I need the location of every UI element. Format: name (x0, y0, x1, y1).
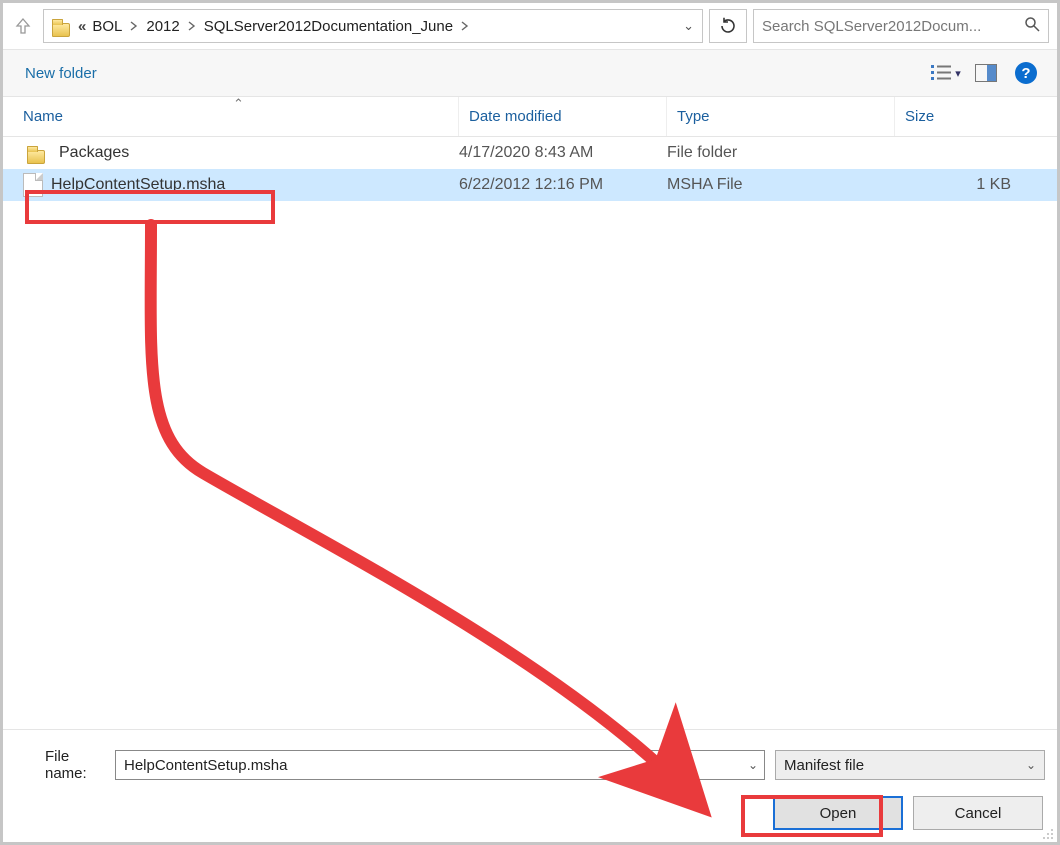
file-icon (23, 173, 43, 197)
filename-input[interactable]: HelpContentSetup.msha ⌄ (115, 750, 765, 780)
open-button[interactable]: Open (773, 796, 903, 830)
details-view-icon (931, 64, 953, 82)
breadcrumb-segment[interactable]: SQLServer2012Documentation_June (200, 10, 457, 42)
search-input[interactable]: Search SQLServer2012Docum... (753, 9, 1049, 43)
file-date: 4/17/2020 8:43 AM (459, 144, 667, 162)
empty-area (3, 201, 1057, 729)
help-icon: ? (1015, 62, 1037, 84)
chevron-down-icon: ⌄ (1026, 758, 1036, 772)
up-arrow-icon (14, 17, 32, 35)
file-name: Packages (59, 144, 129, 162)
column-header-date[interactable]: Date modified (459, 97, 667, 136)
filename-label: File name: (15, 748, 105, 782)
view-options-button[interactable]: ▾ (929, 57, 963, 89)
footer-panel: File name: HelpContentSetup.msha ⌄ Manif… (3, 729, 1057, 842)
list-item[interactable]: HelpContentSetup.msha 6/22/2012 12:16 PM… (3, 169, 1057, 201)
resize-grip-icon[interactable] (1042, 827, 1054, 839)
filename-value: HelpContentSetup.msha (124, 757, 287, 774)
chevron-right-icon[interactable] (126, 10, 142, 42)
column-header-size[interactable]: Size (895, 97, 1057, 136)
chevron-right-icon[interactable] (457, 10, 473, 42)
chevron-down-icon: ⌄ (748, 758, 758, 772)
column-header-type[interactable]: Type (667, 97, 895, 136)
address-bar: « BOL 2012 SQLServer2012Documentation_Ju… (3, 3, 1057, 49)
search-placeholder: Search SQLServer2012Docum... (762, 18, 1018, 35)
folder-icon (25, 142, 47, 164)
file-open-dialog: « BOL 2012 SQLServer2012Documentation_Ju… (0, 0, 1060, 845)
chevron-down-icon: ▾ (955, 67, 961, 80)
column-header-name[interactable]: Name (3, 97, 459, 136)
breadcrumb-segment[interactable]: 2012 (142, 10, 183, 42)
file-date: 6/22/2012 12:16 PM (459, 176, 667, 194)
file-size: 1 KB (895, 176, 1057, 194)
toolbar: New folder ▾ ? (3, 49, 1057, 97)
breadcrumb[interactable]: « BOL 2012 SQLServer2012Documentation_Ju… (43, 9, 703, 43)
folder-icon (50, 15, 72, 37)
search-icon (1024, 16, 1040, 37)
breadcrumb-dropdown[interactable]: ⌄ (683, 18, 694, 34)
filetype-value: Manifest file (784, 757, 864, 774)
chevron-right-icon[interactable] (184, 10, 200, 42)
nav-up-button[interactable] (9, 9, 37, 43)
file-type: File folder (667, 144, 895, 162)
preview-pane-icon (975, 64, 997, 82)
file-list: Packages 4/17/2020 8:43 AM File folder H… (3, 137, 1057, 201)
cancel-button[interactable]: Cancel (913, 796, 1043, 830)
refresh-icon (719, 17, 737, 35)
breadcrumb-segment[interactable]: BOL (88, 10, 126, 42)
filetype-select[interactable]: Manifest file ⌄ (775, 750, 1045, 780)
list-item[interactable]: Packages 4/17/2020 8:43 AM File folder (3, 137, 1057, 169)
file-name: HelpContentSetup.msha (51, 176, 225, 194)
refresh-button[interactable] (709, 9, 747, 43)
breadcrumb-overflow[interactable]: « (76, 18, 88, 35)
new-folder-button[interactable]: New folder (25, 65, 97, 82)
help-button[interactable]: ? (1009, 57, 1043, 89)
column-headers: ⌃ Name Date modified Type Size (3, 97, 1057, 137)
preview-pane-button[interactable] (969, 57, 1003, 89)
file-type: MSHA File (667, 176, 895, 194)
